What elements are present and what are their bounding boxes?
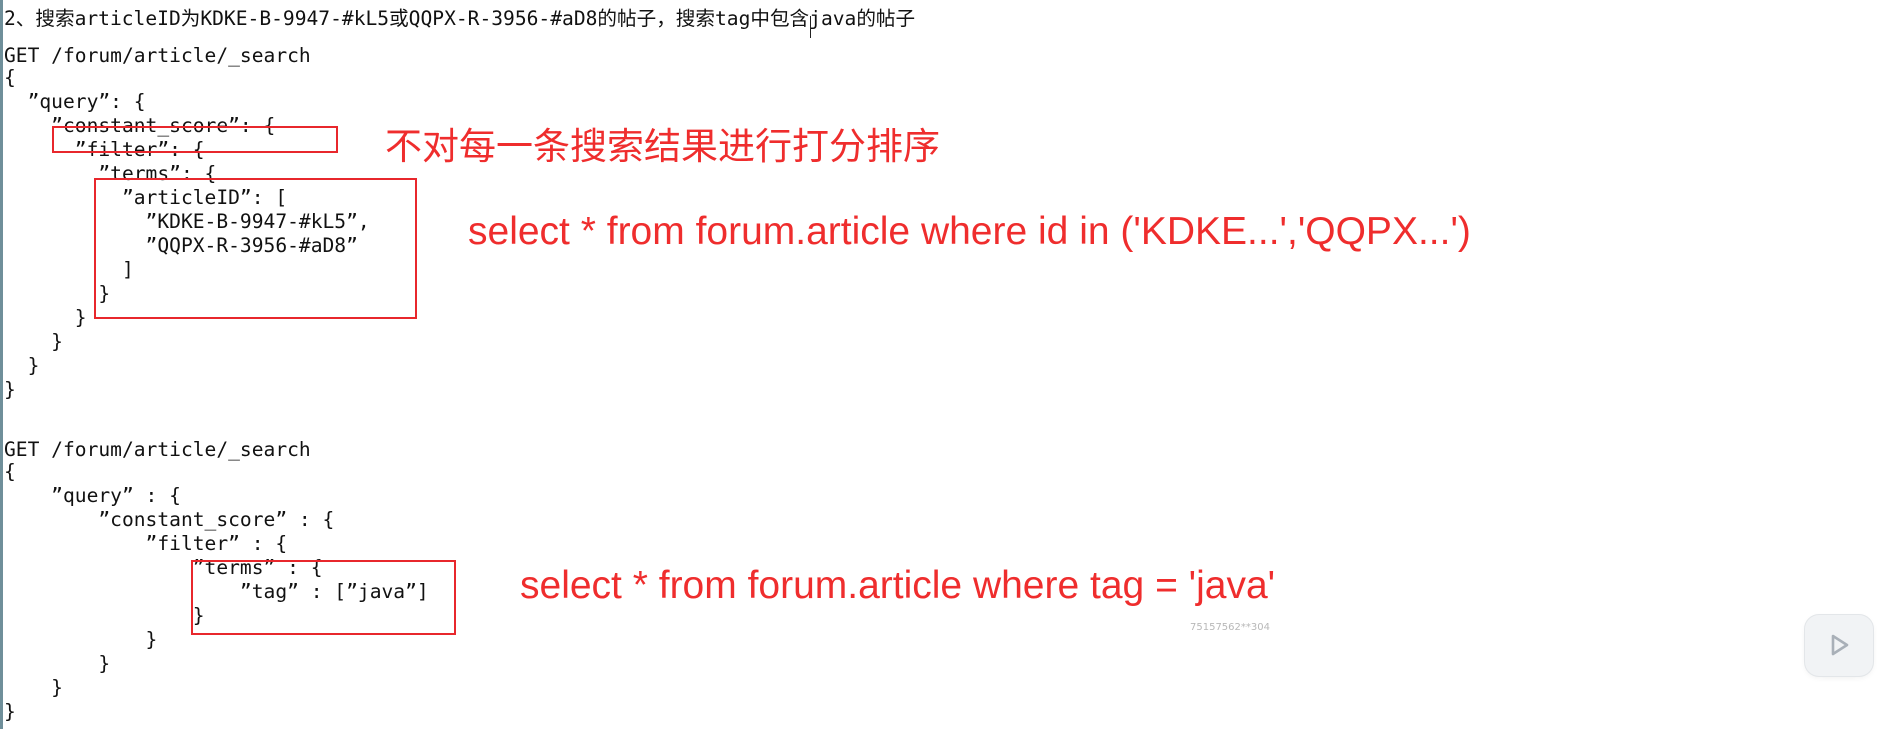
task-heading: 2、搜索articleID为KDKE-B-9947-#kL5或QQPX-R-39… [4, 7, 916, 30]
query1-request-line: GET /forum/article/_search [4, 44, 311, 67]
text-cursor [810, 16, 811, 38]
annotation-no-scoring: 不对每一条搜索结果进行打分排序 [385, 126, 940, 167]
window-left-border [0, 0, 3, 729]
annotation-sql-id-in: select * from forum.article where id in … [468, 210, 1471, 253]
annotation-sql-tag: select * from forum.article where tag = … [520, 564, 1276, 607]
terms-articleid-highlight-box [94, 178, 417, 319]
play-icon [1831, 634, 1849, 656]
watermark: 75157562**304 [1190, 622, 1270, 633]
play-button[interactable] [1805, 615, 1873, 676]
terms-tag-highlight-box [191, 560, 456, 635]
query2-request-line: GET /forum/article/_search [4, 438, 311, 461]
constant-score-highlight-box [52, 126, 338, 153]
